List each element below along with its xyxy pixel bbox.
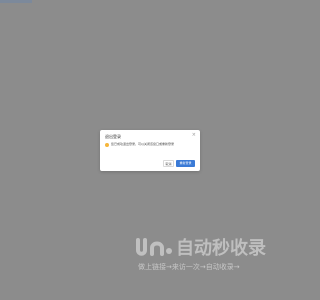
cancel-button[interactable]: 取消 — [163, 160, 174, 167]
dialog-message: 您已成功退出登录，可以关闭该窗口或重新登录 — [111, 142, 175, 146]
close-icon[interactable]: × — [192, 133, 196, 138]
warning-circle-icon — [105, 143, 109, 147]
watermark-tagline: 做上链接→来访一次→自动收录→ — [138, 263, 240, 271]
watermark-logo-icon — [136, 238, 172, 256]
dialog-title: 退出登录 — [105, 134, 121, 139]
watermark: 自动秒收录 做上链接→来访一次→自动收录→ — [132, 236, 288, 274]
relogin-button[interactable]: 重新登录 — [176, 160, 195, 167]
logout-dialog: 退出登录 × 您已成功退出登录，可以关闭该窗口或重新登录 取消 重新登录 — [100, 130, 200, 171]
top-left-highlight-strip — [0, 0, 32, 3]
watermark-brand: 自动秒收录 — [176, 238, 266, 259]
